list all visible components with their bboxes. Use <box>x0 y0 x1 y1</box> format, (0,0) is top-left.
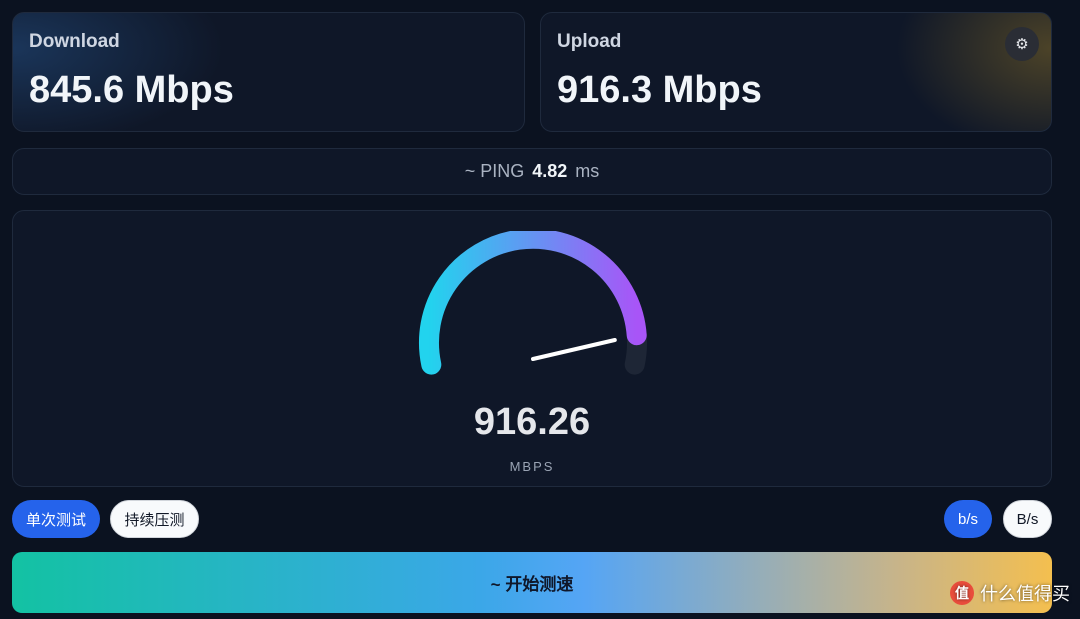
ping-bar: ~ PING 4.82 ms <box>12 148 1052 195</box>
watermark-logo: 值 <box>950 581 974 605</box>
upload-card: Upload 916.3 Mbps ⚙ <box>540 12 1052 132</box>
gauge-needle <box>531 338 617 361</box>
start-test-button[interactable]: ~ 开始测速 <box>12 552 1052 613</box>
unit-bytes-button[interactable]: B/s <box>1003 500 1052 538</box>
watermark-text: 什么值得买 <box>980 584 1070 604</box>
speed-gauge-panel: 916.26 MBPS <box>12 210 1052 487</box>
gauge-unit: MBPS <box>509 459 555 474</box>
settings-button[interactable]: ⚙ <box>1005 27 1039 61</box>
speed-gauge <box>419 231 647 375</box>
ping-value: 4.82 <box>532 161 568 181</box>
ping-label: ~ PING <box>464 161 525 181</box>
download-label: Download <box>29 31 120 52</box>
mode-continuous-test-button[interactable]: 持续压测 <box>110 500 199 538</box>
gear-icon: ⚙ <box>1015 36 1029 53</box>
watermark: 值 什么值得买 <box>950 580 1070 606</box>
download-value: 845.6 Mbps <box>29 69 234 111</box>
upload-label: Upload <box>557 31 622 52</box>
upload-value: 916.3 Mbps <box>557 69 762 111</box>
gauge-fill <box>419 231 647 375</box>
unit-bits-button[interactable]: b/s <box>944 500 992 538</box>
download-card: Download 845.6 Mbps <box>12 12 525 132</box>
mode-single-test-button[interactable]: 单次测试 <box>12 500 100 538</box>
gauge-value: 916.26 <box>473 401 591 443</box>
ping-unit: ms <box>575 161 600 181</box>
